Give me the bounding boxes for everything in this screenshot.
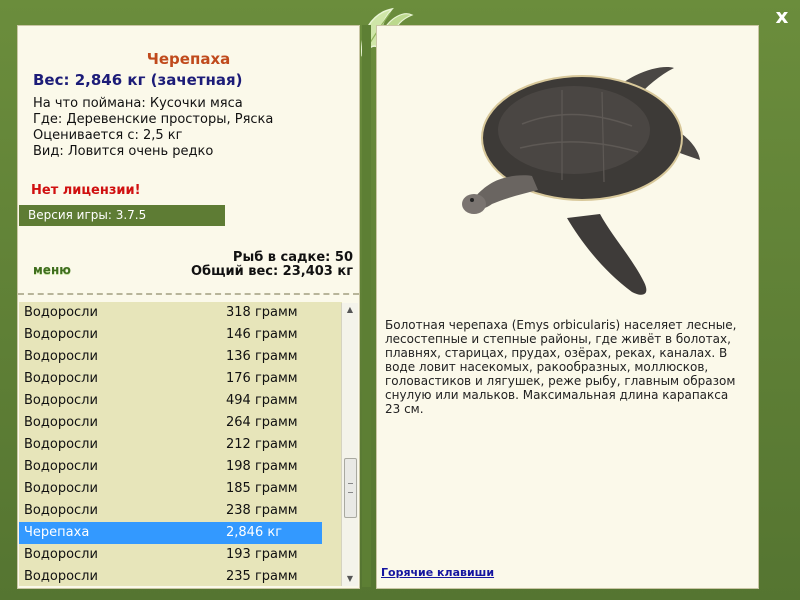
catch-name: Водоросли xyxy=(24,503,98,518)
fish-image-panel: Болотная черепаха (Emys orbicularis) нас… xyxy=(376,25,759,589)
catch-list-row[interactable]: Водоросли 193 грамм xyxy=(19,544,322,566)
scroll-thumb[interactable] xyxy=(344,458,357,518)
catch-list-row[interactable]: Водоросли 318 грамм xyxy=(19,302,322,324)
catch-name: Водоросли xyxy=(24,305,98,320)
catch-name: Черепаха xyxy=(24,525,90,540)
catch-weight: 2,846 кг xyxy=(226,525,283,540)
catch-weight: 212 грамм xyxy=(226,437,298,452)
catch-weight: 264 грамм xyxy=(226,415,298,430)
catch-list-row[interactable]: Водоросли 212 грамм xyxy=(19,434,322,456)
fish-location: Где: Деревенские просторы, Ряска xyxy=(33,112,274,127)
catch-list-row[interactable]: Водоросли 494 грамм xyxy=(19,390,322,412)
hotkeys-link[interactable]: Горячие клавиши xyxy=(381,566,494,579)
scroll-down-icon[interactable]: ▼ xyxy=(342,572,358,586)
version-bar: Версия игры: 3.7.5 xyxy=(19,205,225,226)
catch-weight: 193 грамм xyxy=(226,547,298,562)
catch-name: Водоросли xyxy=(24,437,98,452)
catch-name: Водоросли xyxy=(24,481,98,496)
catch-name: Водоросли xyxy=(24,459,98,474)
catch-name: Водоросли xyxy=(24,415,98,430)
catch-weight: 146 грамм xyxy=(226,327,298,342)
catch-name: Водоросли xyxy=(24,371,98,386)
catch-weight: 238 грамм xyxy=(226,503,298,518)
fish-rating-threshold: Оценивается с: 2,5 кг xyxy=(33,128,183,143)
catch-list-row[interactable]: Водоросли 136 грамм xyxy=(19,346,322,368)
catch-weight: 318 грамм xyxy=(226,305,298,320)
fish-count: Рыб в садке: 50 xyxy=(232,250,353,265)
dashed-divider xyxy=(18,293,359,295)
catch-list-row[interactable]: Водоросли 185 грамм xyxy=(19,478,322,500)
catch-weight: 136 грамм xyxy=(226,349,298,364)
fish-description: Болотная черепаха (Emys orbicularis) нас… xyxy=(385,318,737,416)
catch-list-row[interactable]: Водоросли 198 грамм xyxy=(19,456,322,478)
menu-button[interactable]: меню xyxy=(33,263,71,277)
fish-bait: На что поймана: Кусочки мяса xyxy=(33,96,243,111)
catch-weight: 198 грамм xyxy=(226,459,298,474)
catch-weight: 185 грамм xyxy=(226,481,298,496)
catch-name: Водоросли xyxy=(24,569,98,584)
catch-list-row[interactable]: Водоросли 176 грамм xyxy=(19,368,322,390)
catch-list-row[interactable]: Черепаха 2,846 кг xyxy=(19,522,322,544)
catch-name: Водоросли xyxy=(24,547,98,562)
total-weight: Общий вес: 23,403 кг xyxy=(190,264,353,279)
catch-weight: 494 грамм xyxy=(226,393,298,408)
catch-list-row[interactable]: Водоросли 238 грамм xyxy=(19,500,322,522)
keepnet-stats: Рыб в садке: 50 Общий вес: 23,403 кг xyxy=(191,251,353,279)
catch-list[interactable]: Водоросли 318 грамм Водоросли 146 грамм Водо… xyxy=(19,302,342,586)
close-button[interactable]: x xyxy=(768,4,796,28)
fish-kind: Вид: Ловится очень редко xyxy=(33,144,214,159)
catch-weight: 176 грамм xyxy=(226,371,298,386)
panel-divider xyxy=(362,25,371,587)
catch-list-row[interactable]: Водоросли 146 грамм xyxy=(19,324,322,346)
catch-name: Водоросли xyxy=(24,327,98,342)
catch-list-scrollbar[interactable]: ▲ ▼ xyxy=(341,303,358,586)
fish-weight: Вес: 2,846 кг (зачетная) xyxy=(33,71,243,89)
catch-list-row[interactable]: Водоросли 264 грамм xyxy=(19,412,322,434)
license-warning: Нет лицензии! xyxy=(31,183,141,198)
catch-list-row[interactable]: Водоросли 235 грамм xyxy=(19,566,322,586)
catch-name: Водоросли xyxy=(24,393,98,408)
fish-details: На что поймана: Кусочки мяса Где: Дереве… xyxy=(33,96,273,160)
catch-weight: 235 грамм xyxy=(226,569,298,584)
catch-name: Водоросли xyxy=(24,349,98,364)
fish-title: Черепаха xyxy=(146,50,231,68)
fish-info-panel: Черепаха Вес: 2,846 кг (зачетная) На что… xyxy=(17,25,360,589)
scroll-up-icon[interactable]: ▲ xyxy=(342,303,358,317)
turtle-image xyxy=(462,67,700,295)
